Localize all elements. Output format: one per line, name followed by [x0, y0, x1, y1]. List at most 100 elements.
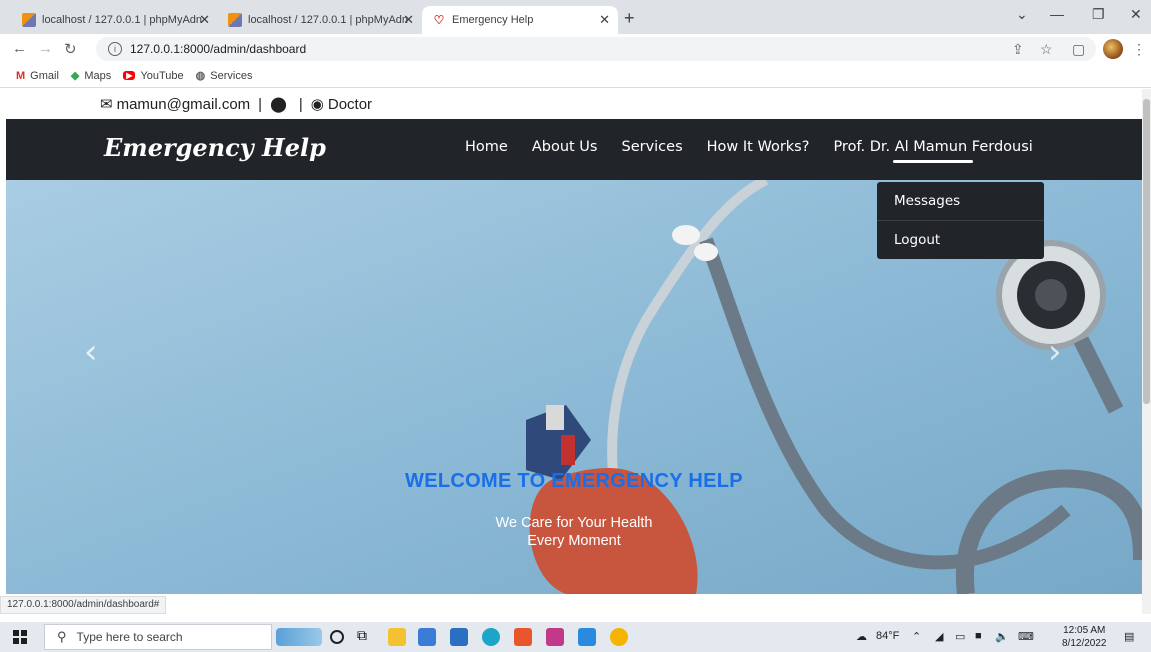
- back-icon[interactable]: ←: [12, 40, 27, 57]
- minimize-icon[interactable]: —: [1050, 6, 1064, 22]
- vscode-icon[interactable]: [578, 628, 596, 646]
- gmail-icon: M: [16, 69, 26, 82]
- tab-phpmyadmin-2[interactable]: localhost / 127.0.0.1 | phpMyAdn ✕: [218, 6, 422, 34]
- separator: |: [298, 95, 303, 113]
- share-icon[interactable]: ⇪: [1012, 41, 1024, 58]
- clock-time: 12:05 AM: [1063, 625, 1106, 636]
- contact-topbar: ✉ mamun@gmail.com | ⬤ | ◉ Doctor: [6, 89, 1142, 119]
- camera-icon[interactable]: ■: [975, 630, 982, 642]
- page-scrollbar[interactable]: [1142, 89, 1151, 614]
- site-info-icon[interactable]: i: [108, 42, 122, 56]
- tab-search-icon[interactable]: ⌄: [1016, 6, 1028, 23]
- user-dropdown-menu: Messages Logout: [877, 182, 1044, 259]
- bookmarks-bar: M Gmail ◆ Maps ▶ YouTube ◍ Services: [0, 64, 1151, 88]
- address-bar[interactable]: i 127.0.0.1:8000/admin/dashboard: [96, 37, 1096, 61]
- url-text: 127.0.0.1:8000/admin/dashboard: [130, 42, 307, 56]
- maps-icon: ◆: [70, 70, 80, 82]
- taskbar-search-box[interactable]: ⚲ Type here to search: [44, 624, 272, 650]
- web-page: ✉ mamun@gmail.com | ⬤ | ◉ Doctor Emergen…: [6, 89, 1142, 594]
- close-icon[interactable]: ✕: [599, 12, 610, 28]
- close-window-icon[interactable]: ✕: [1130, 6, 1142, 23]
- reload-icon[interactable]: ↻: [64, 40, 77, 58]
- store-icon[interactable]: [418, 628, 436, 646]
- battery-icon[interactable]: ▭: [955, 630, 965, 643]
- hero-subtitle: We Care for Your Health Every Moment: [6, 514, 1142, 550]
- user-circle-icon: ◉: [310, 96, 324, 113]
- cortana-icon[interactable]: [330, 630, 344, 644]
- browser-toolbar: ← → ↻ i 127.0.0.1:8000/admin/dashboard ⇪…: [0, 34, 1151, 64]
- globe-icon: ◍: [195, 70, 206, 82]
- forward-icon[interactable]: →: [38, 40, 53, 57]
- nav-user-menu[interactable]: Prof. Dr. Al Mamun Ferdousi: [833, 139, 1033, 163]
- weather-temp[interactable]: 84°F: [876, 630, 899, 642]
- youtube-icon: ▶: [123, 71, 136, 80]
- phpmyadmin-icon: [22, 13, 36, 27]
- profile-avatar[interactable]: [1103, 39, 1123, 59]
- tab-title: Emergency Help: [452, 14, 534, 26]
- close-icon[interactable]: ✕: [199, 12, 210, 28]
- bookmark-gmail[interactable]: M Gmail: [16, 70, 59, 82]
- windows-taskbar: ⚲ Type here to search ⧉ ☁ 84°F ⌃ ◢ ▭ ■ 🔈…: [0, 622, 1151, 652]
- bookmark-youtube[interactable]: ▶ YouTube: [123, 69, 184, 82]
- nav-home[interactable]: Home: [465, 139, 508, 155]
- new-tab-icon[interactable]: +: [624, 8, 635, 29]
- file-explorer-icon[interactable]: [388, 628, 406, 646]
- nav-services[interactable]: Services: [621, 139, 682, 155]
- dropdown-item-logout[interactable]: Logout: [877, 220, 1044, 258]
- tab-title: localhost / 127.0.0.1 | phpMyAdn: [248, 14, 409, 26]
- office-icon[interactable]: [514, 628, 532, 646]
- bookmark-label: YouTube: [140, 69, 184, 82]
- bookmark-label: Gmail: [30, 69, 59, 82]
- notifications-icon[interactable]: ▤: [1124, 630, 1134, 643]
- side-panel-icon[interactable]: ▢: [1072, 41, 1085, 58]
- bookmark-label: Services: [210, 69, 253, 82]
- bookmark-label: Maps: [84, 69, 112, 82]
- brand-logo[interactable]: Emergency Help: [104, 133, 326, 162]
- phpmyadmin-icon: [228, 13, 242, 27]
- windows-start-icon[interactable]: [13, 630, 27, 644]
- nav-how-it-works[interactable]: How It Works?: [707, 139, 810, 155]
- emergency-help-icon: ♡: [433, 13, 445, 27]
- volume-icon[interactable]: 🔈: [995, 630, 1009, 643]
- tab-title: localhost / 127.0.0.1 | phpMyAdn: [42, 14, 203, 26]
- main-navbar: Emergency Help Home About Us Services Ho…: [6, 119, 1142, 180]
- carousel-next-icon[interactable]: ›: [1048, 332, 1062, 372]
- show-hidden-icons[interactable]: ⌃: [912, 630, 921, 643]
- envelope-icon: ✉: [100, 96, 113, 113]
- tab-emergency-help[interactable]: ♡ Emergency Help ✕: [422, 6, 618, 34]
- status-bar-url: 127.0.0.1:8000/admin/dashboard#: [0, 596, 167, 614]
- user-role: Doctor: [327, 95, 373, 113]
- contact-email: mamun@gmail.com: [116, 95, 251, 113]
- bookmark-services[interactable]: ◍ Services: [195, 69, 253, 83]
- close-icon[interactable]: ✕: [403, 12, 414, 28]
- chrome-icon[interactable]: [610, 628, 628, 646]
- keyboard-icon[interactable]: ⌨: [1018, 630, 1034, 643]
- nav-about-us[interactable]: About Us: [532, 139, 598, 155]
- restore-icon[interactable]: ❐: [1092, 6, 1105, 23]
- clock-date: 8/12/2022: [1062, 638, 1107, 649]
- nav-links: Home About Us Services How It Works? Pro…: [465, 139, 1057, 163]
- taskbar-search-placeholder: Type here to search: [76, 630, 183, 644]
- menu-icon[interactable]: ⋮: [1132, 41, 1146, 58]
- carousel-prev-icon[interactable]: ‹: [84, 332, 98, 372]
- mail-icon[interactable]: [450, 628, 468, 646]
- search-highlight-icon[interactable]: [276, 628, 322, 646]
- map-marker-icon: ⬤: [270, 96, 287, 113]
- taskbar-clock[interactable]: 12:05 AM 8/12/2022: [1062, 624, 1107, 650]
- search-icon: ⚲: [57, 629, 67, 644]
- tab-phpmyadmin-1[interactable]: localhost / 127.0.0.1 | phpMyAdn ✕: [12, 6, 218, 34]
- hero-title: WELCOME TO EMERGENCY HELP: [405, 470, 743, 492]
- browser-tab-strip: localhost / 127.0.0.1 | phpMyAdn ✕ local…: [0, 0, 1151, 34]
- task-view-icon[interactable]: ⧉: [357, 627, 375, 645]
- scrollbar-thumb[interactable]: [1143, 99, 1150, 404]
- weather-icon[interactable]: ☁: [856, 630, 867, 643]
- dropdown-item-messages[interactable]: Messages: [877, 182, 1044, 220]
- edge-icon[interactable]: [482, 628, 500, 646]
- hero-subtitle-line1: We Care for Your Health: [495, 515, 653, 531]
- separator: |: [258, 95, 263, 113]
- bookmark-maps[interactable]: ◆ Maps: [70, 69, 112, 83]
- xampp-icon[interactable]: [546, 628, 564, 646]
- network-icon[interactable]: ◢: [935, 630, 943, 643]
- bookmark-star-icon[interactable]: ☆: [1040, 41, 1053, 58]
- hero-subtitle-line2: Every Moment: [527, 533, 621, 549]
